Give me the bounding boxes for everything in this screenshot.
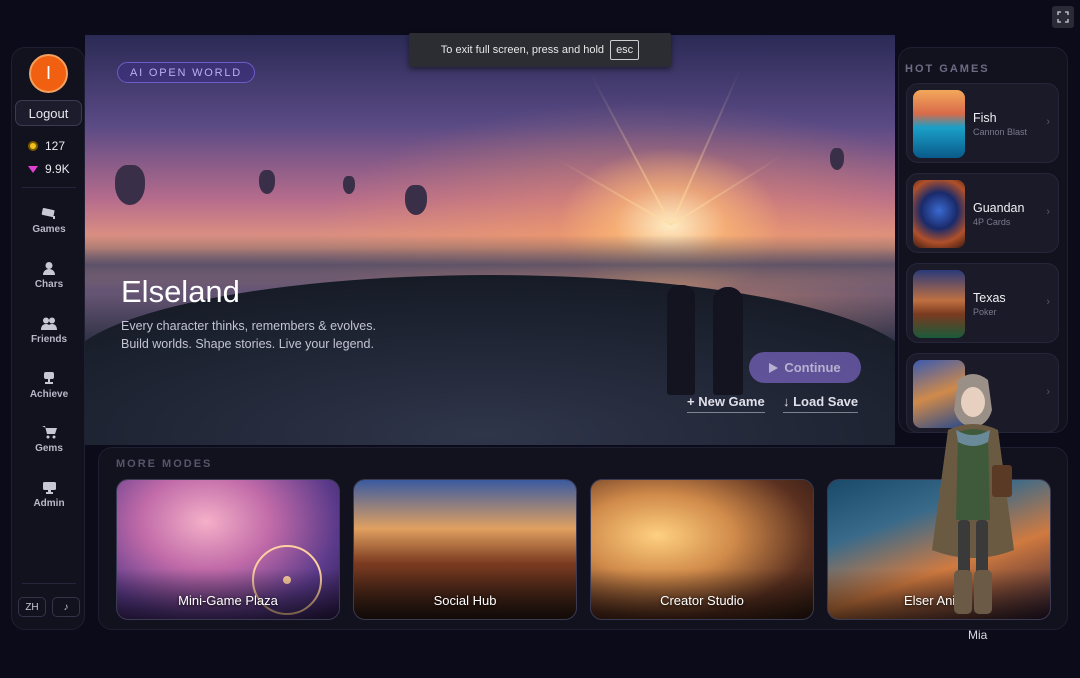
floating-island — [259, 170, 275, 194]
game-thumbnail — [913, 90, 965, 158]
hero-subtitle-line: Every character thinks, remembers & evol… — [121, 319, 376, 333]
sidebar: I Logout 127 9.9K Games Chars Friends Ac… — [11, 47, 85, 630]
floating-island — [115, 165, 145, 205]
page-title: Elseland — [121, 274, 240, 309]
game-thumbnail — [913, 180, 965, 248]
music-toggle-button[interactable]: ♪ — [52, 597, 80, 617]
gem-icon — [28, 165, 38, 173]
sidebar-item-label: Gems — [35, 443, 63, 454]
sidebar-item-label: Achieve — [29, 389, 69, 400]
game-subtitle: Poker — [973, 307, 997, 317]
esc-key-hint: esc — [610, 40, 640, 60]
friends-icon — [41, 316, 57, 330]
game-name: Texas — [973, 291, 1006, 305]
person-icon — [41, 261, 57, 275]
game-name: Guandan — [973, 201, 1025, 215]
game-subtitle: 4P Cards — [973, 217, 1011, 227]
mode-label: Mini-Game Plaza — [178, 593, 278, 608]
game-name: Fish — [973, 111, 997, 125]
chevron-right-icon: › — [1046, 386, 1050, 398]
mage-figure-silhouette — [713, 287, 743, 395]
section-title: MORE MODES — [116, 458, 213, 470]
fullscreen-icon — [1057, 11, 1069, 23]
divider — [22, 187, 76, 188]
coin-icon — [28, 141, 38, 151]
coin-count: 127 — [45, 139, 66, 153]
sidebar-item-admin[interactable]: Admin — [12, 480, 86, 509]
hero-subtitle-line: Build worlds. Shape stories. Live your l… — [121, 337, 374, 351]
hero-figure-silhouette — [667, 285, 695, 395]
gem-count: 9.9K — [45, 162, 70, 176]
chevron-right-icon: › — [1046, 296, 1050, 308]
game-subtitle: Cannon Blast — [973, 127, 1028, 137]
language-toggle-button[interactable]: ZH — [18, 597, 46, 617]
sidebar-item-gems[interactable]: Gems — [12, 425, 86, 454]
mode-label: Social Hub — [433, 593, 497, 608]
fullscreen-notice: To exit full screen, press and hold esc — [409, 33, 671, 67]
mode-card-mini-game-plaza[interactable]: Mini-Game Plaza — [116, 479, 340, 620]
sidebar-item-achieve[interactable]: Achieve — [12, 371, 86, 400]
floating-island — [830, 148, 844, 170]
sidebar-item-friends[interactable]: Friends — [12, 316, 86, 345]
divider — [22, 583, 76, 584]
fullscreen-notice-text: To exit full screen, press and hold — [440, 44, 605, 56]
logout-button[interactable]: Logout — [15, 100, 82, 126]
trophy-icon — [41, 371, 57, 385]
play-icon — [769, 362, 779, 373]
continue-button[interactable]: Continue — [749, 352, 861, 383]
sidebar-item-label: Chars — [34, 279, 64, 290]
mode-card-social-hub[interactable]: Social Hub — [353, 479, 577, 620]
cart-icon — [41, 425, 57, 439]
mode-label: Creator Studio — [660, 593, 744, 608]
sidebar-item-chars[interactable]: Chars — [12, 261, 86, 290]
game-thumbnail — [913, 270, 965, 338]
hot-game-card-guandan[interactable]: Guandan 4P Cards › — [906, 173, 1059, 253]
companion-name: Mia — [968, 628, 988, 642]
section-title: HOT GAMES — [905, 63, 990, 75]
gem-balance: 9.9K — [28, 162, 70, 176]
sidebar-item-games[interactable]: Games — [12, 206, 86, 235]
mode-card-creator-studio[interactable]: Creator Studio — [590, 479, 814, 620]
hero-subtitle: Every character thinks, remembers & evol… — [121, 317, 376, 353]
chevron-right-icon: › — [1046, 116, 1050, 128]
avatar[interactable]: I — [29, 54, 68, 93]
hero-banner: AI OPEN WORLD Elseland Every character t… — [85, 35, 895, 445]
companion-character[interactable] — [918, 370, 1028, 620]
new-game-button[interactable]: + New Game — [687, 394, 765, 413]
sidebar-item-label: Games — [32, 224, 66, 235]
load-save-button[interactable]: ↓ Load Save — [783, 394, 859, 413]
sidebar-item-label: Friends — [30, 334, 68, 345]
floating-island — [405, 185, 427, 215]
chevron-right-icon: › — [1046, 206, 1050, 218]
ticket-icon — [41, 206, 57, 220]
fullscreen-toggle-button[interactable] — [1052, 6, 1074, 28]
mode-badge: AI OPEN WORLD — [117, 62, 256, 83]
hot-game-card-fish[interactable]: Fish Cannon Blast › — [906, 83, 1059, 163]
floating-island — [343, 176, 355, 194]
continue-label: Continue — [784, 360, 841, 375]
sidebar-item-label: Admin — [33, 498, 65, 509]
coin-balance: 127 — [28, 139, 65, 153]
monitor-icon — [41, 480, 57, 494]
hot-game-card-texas[interactable]: Texas Poker › — [906, 263, 1059, 343]
